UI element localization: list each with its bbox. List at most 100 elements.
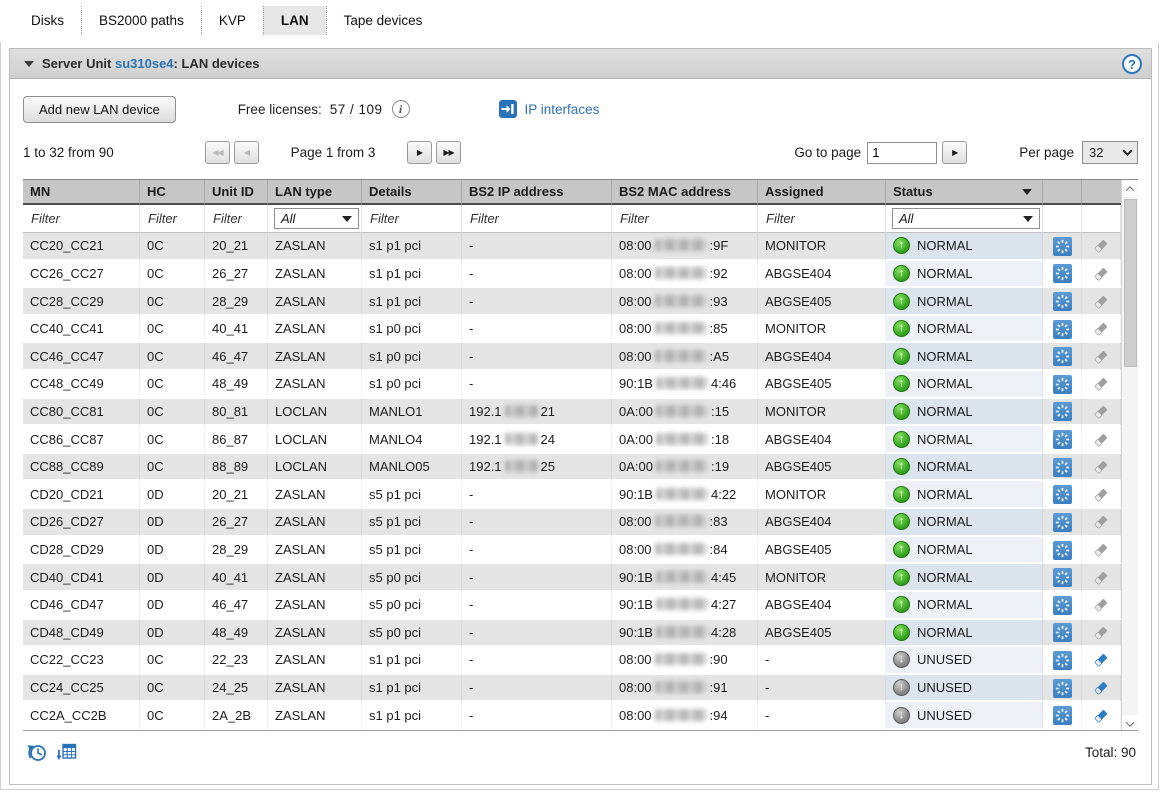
goto-page-input[interactable]	[867, 142, 937, 164]
scrollbar-thumb[interactable]	[1124, 199, 1137, 367]
column-header-bs2-mac[interactable]: BS2 MAC address	[612, 180, 758, 205]
export-table-icon[interactable]	[55, 740, 79, 764]
eraser-icon[interactable]	[1092, 679, 1110, 697]
goto-page-button[interactable]: ▶	[942, 141, 967, 164]
connections-burst-icon[interactable]	[1053, 706, 1072, 725]
column-header-bs2-ip[interactable]: BS2 IP address	[462, 180, 612, 205]
filter-bs2-mac-input[interactable]	[618, 210, 748, 227]
connections-burst-icon[interactable]	[1053, 485, 1072, 504]
eraser-icon[interactable]	[1092, 403, 1110, 421]
sort-desc-icon[interactable]	[1022, 189, 1032, 195]
table-row[interactable]: CD40_CD41 0D 40_41 ZASLAN s5 p0 pci - 90…	[23, 564, 1121, 592]
connections-burst-icon[interactable]	[1053, 237, 1072, 256]
connections-burst-icon[interactable]	[1053, 292, 1072, 311]
ip-interfaces-link[interactable]: IP interfaces	[498, 99, 600, 119]
column-header-hc[interactable]: HC	[140, 180, 205, 205]
tab-tape-devices[interactable]: Tape devices	[326, 6, 440, 35]
per-page-select[interactable]: 32	[1082, 141, 1138, 164]
eraser-icon[interactable]	[1092, 458, 1110, 476]
table-row[interactable]: CD48_CD49 0D 48_49 ZASLAN s5 p0 pci - 90…	[23, 620, 1121, 648]
connections-burst-icon[interactable]	[1053, 347, 1072, 366]
server-name-link[interactable]: su310se4	[115, 56, 174, 71]
table-row[interactable]: CC86_CC87 0C 86_87 LOCLAN MANLO4 192.124…	[23, 426, 1121, 454]
scroll-down-button[interactable]	[1122, 715, 1138, 731]
refresh-history-icon[interactable]	[25, 740, 49, 764]
table-row[interactable]: CC80_CC81 0C 80_81 LOCLAN MANLO1 192.121…	[23, 399, 1121, 427]
table-row[interactable]: CC22_CC23 0C 22_23 ZASLAN s1 p1 pci - 08…	[23, 647, 1121, 675]
table-row[interactable]: CD20_CD21 0D 20_21 ZASLAN s5 p1 pci - 90…	[23, 481, 1121, 509]
eraser-icon[interactable]	[1092, 375, 1110, 393]
connections-burst-icon[interactable]	[1053, 679, 1072, 698]
filter-hc-input[interactable]	[146, 210, 199, 227]
column-header-assigned[interactable]: Assigned	[758, 180, 886, 205]
connections-burst-icon[interactable]	[1053, 402, 1072, 421]
scroll-up-button[interactable]	[1122, 180, 1138, 197]
info-icon[interactable]: i	[392, 100, 410, 118]
next-page-button[interactable]: ▶	[407, 141, 432, 164]
connections-burst-icon[interactable]	[1053, 513, 1072, 532]
column-header-status[interactable]: Status	[886, 180, 1043, 205]
status-filter-select[interactable]: All	[892, 208, 1040, 229]
add-lan-device-button[interactable]: Add new LAN device	[23, 96, 176, 123]
previous-page-button[interactable]: ◀	[234, 141, 259, 164]
eraser-icon[interactable]	[1092, 293, 1110, 311]
connections-burst-icon[interactable]	[1053, 375, 1072, 394]
tab-kvp[interactable]: KVP	[201, 6, 263, 35]
connections-burst-icon[interactable]	[1053, 651, 1072, 670]
eraser-icon[interactable]	[1092, 624, 1110, 642]
connections-burst-icon[interactable]	[1053, 568, 1072, 587]
eraser-icon[interactable]	[1092, 431, 1110, 449]
table-row[interactable]: CC26_CC27 0C 26_27 ZASLAN s1 p1 pci - 08…	[23, 261, 1121, 289]
table-row[interactable]: CC2A_CC2B 0C 2A_2B ZASLAN s1 p1 pci - 08…	[23, 702, 1121, 730]
table-row[interactable]: CC48_CC49 0C 48_49 ZASLAN s1 p0 pci - 90…	[23, 371, 1121, 399]
table-row[interactable]: CC40_CC41 0C 40_41 ZASLAN s1 p0 pci - 08…	[23, 316, 1121, 344]
eraser-icon[interactable]	[1092, 596, 1110, 614]
eraser-icon[interactable]	[1092, 707, 1110, 725]
eraser-icon[interactable]	[1092, 486, 1110, 504]
eraser-icon[interactable]	[1092, 265, 1110, 283]
eraser-icon[interactable]	[1092, 569, 1110, 587]
status-icon: ↑	[893, 541, 910, 558]
table-row[interactable]: CC20_CC21 0C 20_21 ZASLAN s1 p1 pci - 08…	[23, 233, 1121, 261]
eraser-icon[interactable]	[1092, 651, 1110, 669]
connections-burst-icon[interactable]	[1053, 541, 1072, 560]
connections-burst-icon[interactable]	[1053, 430, 1072, 449]
eraser-icon[interactable]	[1092, 320, 1110, 338]
connections-burst-icon[interactable]	[1053, 320, 1072, 339]
table-row[interactable]: CD26_CD27 0D 26_27 ZASLAN s5 p1 pci - 08…	[23, 509, 1121, 537]
lan-type-filter-select[interactable]: All	[274, 208, 359, 229]
column-header-lan-type[interactable]: LAN type	[268, 180, 362, 205]
connections-burst-icon[interactable]	[1053, 623, 1072, 642]
eraser-icon[interactable]	[1092, 348, 1110, 366]
eraser-icon[interactable]	[1092, 237, 1110, 255]
last-page-button[interactable]: ▶▶	[436, 141, 461, 164]
filter-mn-input[interactable]	[29, 210, 132, 227]
table-row[interactable]: CC46_CC47 0C 46_47 ZASLAN s1 p0 pci - 08…	[23, 343, 1121, 371]
column-header-mn[interactable]: MN	[23, 180, 140, 205]
connections-burst-icon[interactable]	[1053, 458, 1072, 477]
filter-unit-id-input[interactable]	[211, 210, 262, 227]
eraser-icon[interactable]	[1092, 513, 1110, 531]
column-header-details[interactable]: Details	[362, 180, 462, 205]
vertical-scrollbar[interactable]	[1121, 180, 1138, 731]
tab-disks[interactable]: Disks	[14, 6, 81, 35]
tab-bs2000-paths[interactable]: BS2000 paths	[81, 6, 201, 35]
scrollbar-track[interactable]	[1122, 197, 1138, 715]
table-row[interactable]: CC28_CC29 0C 28_29 ZASLAN s1 p1 pci - 08…	[23, 288, 1121, 316]
table-row[interactable]: CC24_CC25 0C 24_25 ZASLAN s1 p1 pci - 08…	[23, 675, 1121, 703]
connections-burst-icon[interactable]	[1053, 264, 1072, 283]
help-icon[interactable]: ?	[1122, 54, 1142, 74]
connections-burst-icon[interactable]	[1053, 596, 1072, 615]
filter-bs2-ip-input[interactable]	[468, 210, 602, 227]
column-header-unit-id[interactable]: Unit ID	[205, 180, 268, 205]
eraser-icon[interactable]	[1092, 541, 1110, 559]
collapse-icon[interactable]	[24, 61, 34, 67]
first-page-button[interactable]: ◀◀	[205, 141, 230, 164]
tab-lan[interactable]: LAN	[263, 6, 326, 35]
panel-header[interactable]: Server Unit su310se4: LAN devices ?	[10, 49, 1151, 79]
table-row[interactable]: CD28_CD29 0D 28_29 ZASLAN s5 p1 pci - 08…	[23, 537, 1121, 565]
filter-assigned-input[interactable]	[764, 210, 877, 227]
filter-details-input[interactable]	[368, 210, 454, 227]
table-row[interactable]: CD46_CD47 0D 46_47 ZASLAN s5 p0 pci - 90…	[23, 592, 1121, 620]
table-row[interactable]: CC88_CC89 0C 88_89 LOCLAN MANLO05 192.12…	[23, 454, 1121, 482]
